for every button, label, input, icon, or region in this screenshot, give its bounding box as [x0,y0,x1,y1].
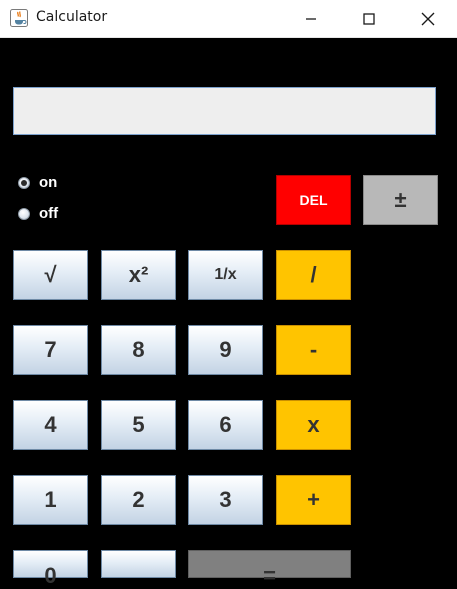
minimize-button[interactable] [282,0,340,37]
minus-button[interactable]: - [276,325,351,375]
square-button[interactable]: x² [101,250,176,300]
on-radio-label: on [39,174,58,191]
equals-button[interactable]: = [188,550,351,588]
six-button[interactable]: 6 [188,400,263,450]
seven-button[interactable]: 7 [13,325,88,375]
on-radio[interactable]: on [18,174,57,191]
close-icon [421,12,435,25]
decimal-button[interactable] [101,550,176,578]
off-radio-label: off [39,205,59,222]
java-icon [10,9,28,27]
reciprocal-button[interactable]: 1/x [188,250,263,300]
maximize-button[interactable] [340,0,398,37]
maximize-icon [363,12,375,25]
off-radio[interactable]: off [18,205,58,222]
divide-button[interactable]: / [276,250,351,300]
eight-button[interactable]: 8 [101,325,176,375]
minimize-icon [306,17,316,20]
nine-button[interactable]: 9 [188,325,263,375]
off-radio-indicator [18,207,30,220]
close-button[interactable] [399,0,457,37]
negate-button[interactable]: ± [363,175,438,225]
plus-button[interactable]: + [276,475,351,525]
multiply-button[interactable]: x [276,400,351,450]
four-button[interactable]: 4 [13,400,88,450]
window-title: Calculator [36,9,108,25]
two-button[interactable]: 2 [101,475,176,525]
zero-button[interactable]: 0 [13,550,88,588]
title-bar: Calculator [0,0,457,38]
sqrt-button[interactable]: √ [13,250,88,300]
three-button[interactable]: 3 [188,475,263,525]
delete-button[interactable]: DEL [276,175,351,225]
five-button[interactable]: 5 [101,400,176,450]
on-radio-indicator [18,176,30,189]
display-field[interactable] [13,87,436,135]
one-button[interactable]: 1 [13,475,88,525]
